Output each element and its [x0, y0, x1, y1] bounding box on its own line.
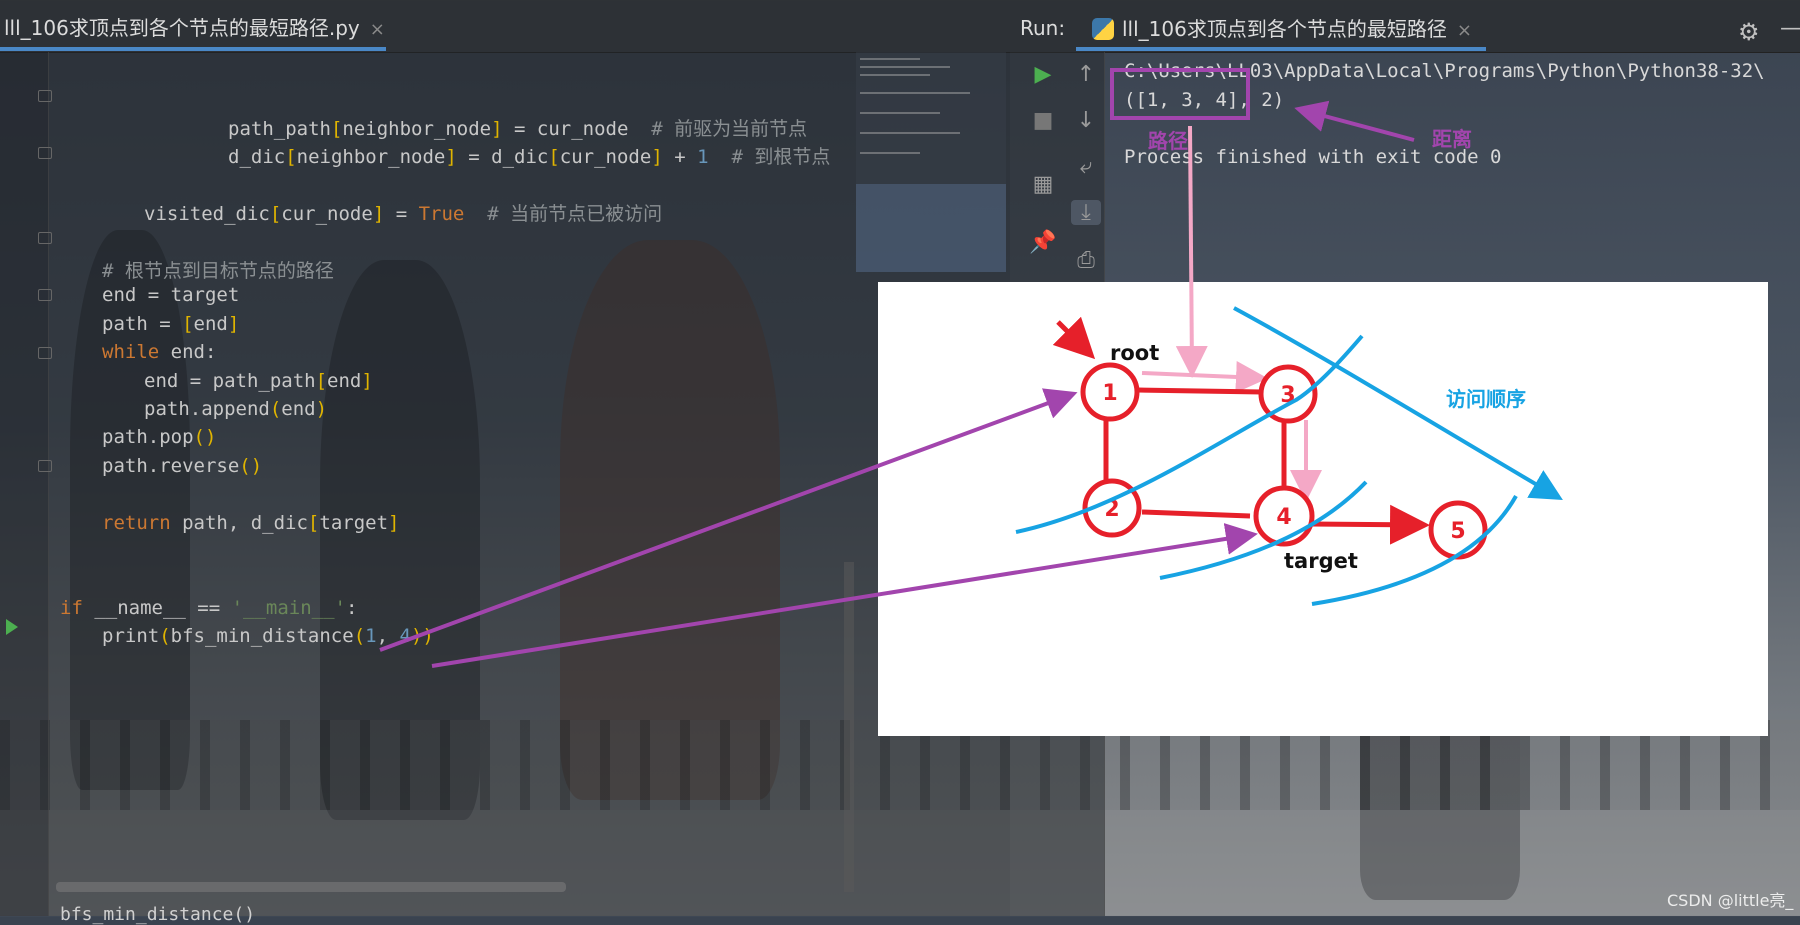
arg-target-arrow: [431, 522, 1258, 668]
distance-pointer-arrow: [1294, 100, 1415, 142]
edge-1-3: [1137, 387, 1263, 395]
node-label-1: 1: [1102, 381, 1117, 406]
edge-4-5: [1309, 504, 1430, 545]
root-label: root: [1110, 341, 1159, 365]
node-label-5: 5: [1450, 519, 1465, 544]
target-label: target: [1284, 549, 1358, 573]
watermark: CSDN @little亮_: [1667, 891, 1794, 910]
annotation-overlay: 1 2 3 4 5 路径 距离 访问顺序 root target: [379, 68, 1563, 668]
edge-2-4: [1141, 509, 1251, 519]
distance-label: 距离: [1432, 127, 1472, 151]
path-pointer-arrow: [1175, 125, 1208, 378]
path-label: 路径: [1148, 129, 1188, 153]
root-pointer-arrow: [1052, 316, 1096, 360]
node-label-4: 4: [1276, 505, 1291, 530]
edge-1-3-path-arrow: [1141, 360, 1268, 393]
path-highlight-box: [1110, 68, 1250, 120]
visit-order-label: 访问顺序: [1446, 387, 1526, 411]
arg-root-arrow: [379, 388, 1078, 652]
